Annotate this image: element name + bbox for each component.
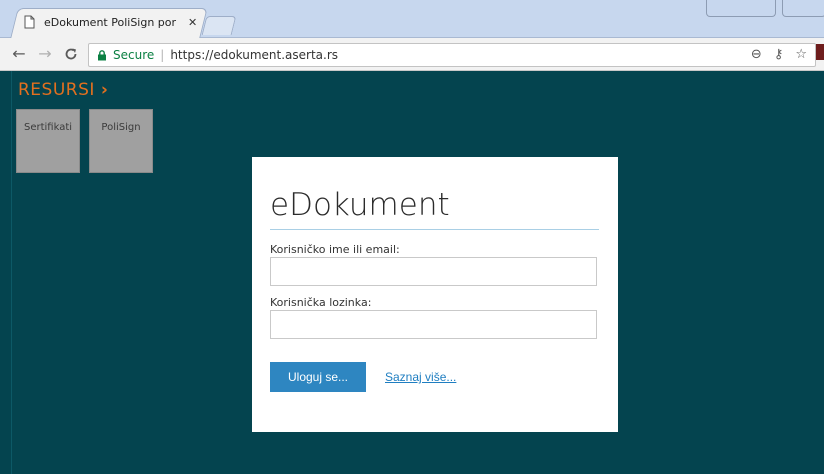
username-input[interactable]: [270, 257, 597, 286]
forward-icon[interactable]: →: [36, 45, 54, 63]
maximize-button[interactable]: [782, 0, 824, 17]
page-icon: [24, 15, 35, 29]
login-button[interactable]: Uloguj se...: [270, 362, 366, 392]
extension-icon[interactable]: [816, 44, 824, 60]
password-input[interactable]: [270, 310, 597, 339]
tile-sertifikati[interactable]: Sertifikati: [16, 109, 80, 173]
minimize-button[interactable]: [706, 0, 776, 17]
learn-more-link[interactable]: Saznaj više...: [385, 370, 456, 384]
tab-title: eDokument PoliSign por: [44, 15, 177, 29]
close-tab-icon[interactable]: ✕: [188, 16, 197, 29]
username-label: Korisničko ime ili email:: [270, 243, 400, 256]
password-label: Korisnička lozinka:: [270, 296, 372, 309]
tile-label: PoliSign: [101, 122, 141, 133]
new-tab-button[interactable]: [201, 16, 237, 35]
zoom-icon[interactable]: ⊖: [751, 47, 762, 62]
login-card: eDokument Korisničko ime ili email: Kori…: [252, 157, 618, 432]
title-divider: [270, 229, 599, 230]
browser-tab-strip: eDokument PoliSign por ✕: [0, 0, 824, 38]
login-title: eDokument: [270, 187, 450, 223]
url-separator: |: [160, 48, 165, 62]
url-text[interactable]: https://edokument.aserta.rs: [170, 48, 338, 62]
lock-icon: [98, 49, 106, 60]
resources-heading: RESURSI ›: [18, 80, 108, 100]
page-content: RESURSI › Sertifikati PoliSign eDokument …: [0, 71, 824, 474]
reload-icon[interactable]: [62, 45, 80, 63]
tile-label: Sertifikati: [23, 122, 73, 133]
chevron-right-icon[interactable]: ›: [101, 80, 109, 100]
back-icon[interactable]: ←: [10, 45, 28, 63]
secure-label: Secure: [113, 48, 155, 62]
bookmark-star-icon[interactable]: ☆: [795, 47, 807, 62]
browser-toolbar: ← → Secure | https://edokument.aserta.rs…: [0, 38, 824, 71]
browser-tab-content[interactable]: eDokument PoliSign por ✕: [22, 10, 198, 34]
omnibox-actions: ⊖ ⚷ ☆: [751, 47, 807, 62]
key-icon[interactable]: ⚷: [774, 47, 784, 62]
tile-polisign[interactable]: PoliSign: [89, 109, 153, 173]
address-bar[interactable]: Secure | https://edokument.aserta.rs ⊖ ⚷…: [88, 43, 816, 67]
resources-heading-text: RESURSI: [18, 80, 95, 100]
left-divider: [11, 71, 12, 474]
